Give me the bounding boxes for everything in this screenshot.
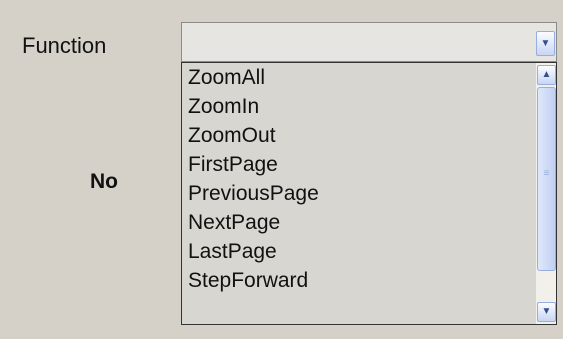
list-item[interactable]: ZoomAll — [182, 63, 536, 92]
list-item[interactable]: StepForward — [182, 266, 536, 295]
scroll-down-button[interactable]: ▼ — [537, 302, 556, 322]
chevron-down-icon: ▼ — [540, 37, 551, 49]
vertical-scrollbar[interactable]: ▲ ≡ ▼ — [536, 63, 556, 324]
combo-dropdown-button[interactable]: ▼ — [536, 31, 555, 56]
scroll-thumb[interactable]: ≡ — [537, 87, 556, 271]
chevron-down-icon: ▼ — [541, 306, 552, 317]
list-item[interactable]: ZoomIn — [182, 92, 536, 121]
function-combobox[interactable]: ▼ — [181, 22, 557, 62]
list-item[interactable]: ZoomOut — [182, 121, 536, 150]
chevron-up-icon: ▲ — [541, 69, 552, 80]
no-label: No — [90, 170, 118, 193]
function-dropdown-list[interactable]: ZoomAll ZoomIn ZoomOut FirstPage Previou… — [181, 62, 557, 325]
function-label: Function — [22, 33, 107, 58]
grip-icon: ≡ — [543, 168, 550, 179]
list-item[interactable]: FirstPage — [182, 150, 536, 179]
scroll-up-button[interactable]: ▲ — [537, 65, 556, 85]
list-item[interactable]: PreviousPage — [182, 179, 536, 208]
dropdown-options: ZoomAll ZoomIn ZoomOut FirstPage Previou… — [182, 63, 536, 295]
list-item[interactable]: NextPage — [182, 208, 536, 237]
list-item[interactable]: LastPage — [182, 237, 536, 266]
